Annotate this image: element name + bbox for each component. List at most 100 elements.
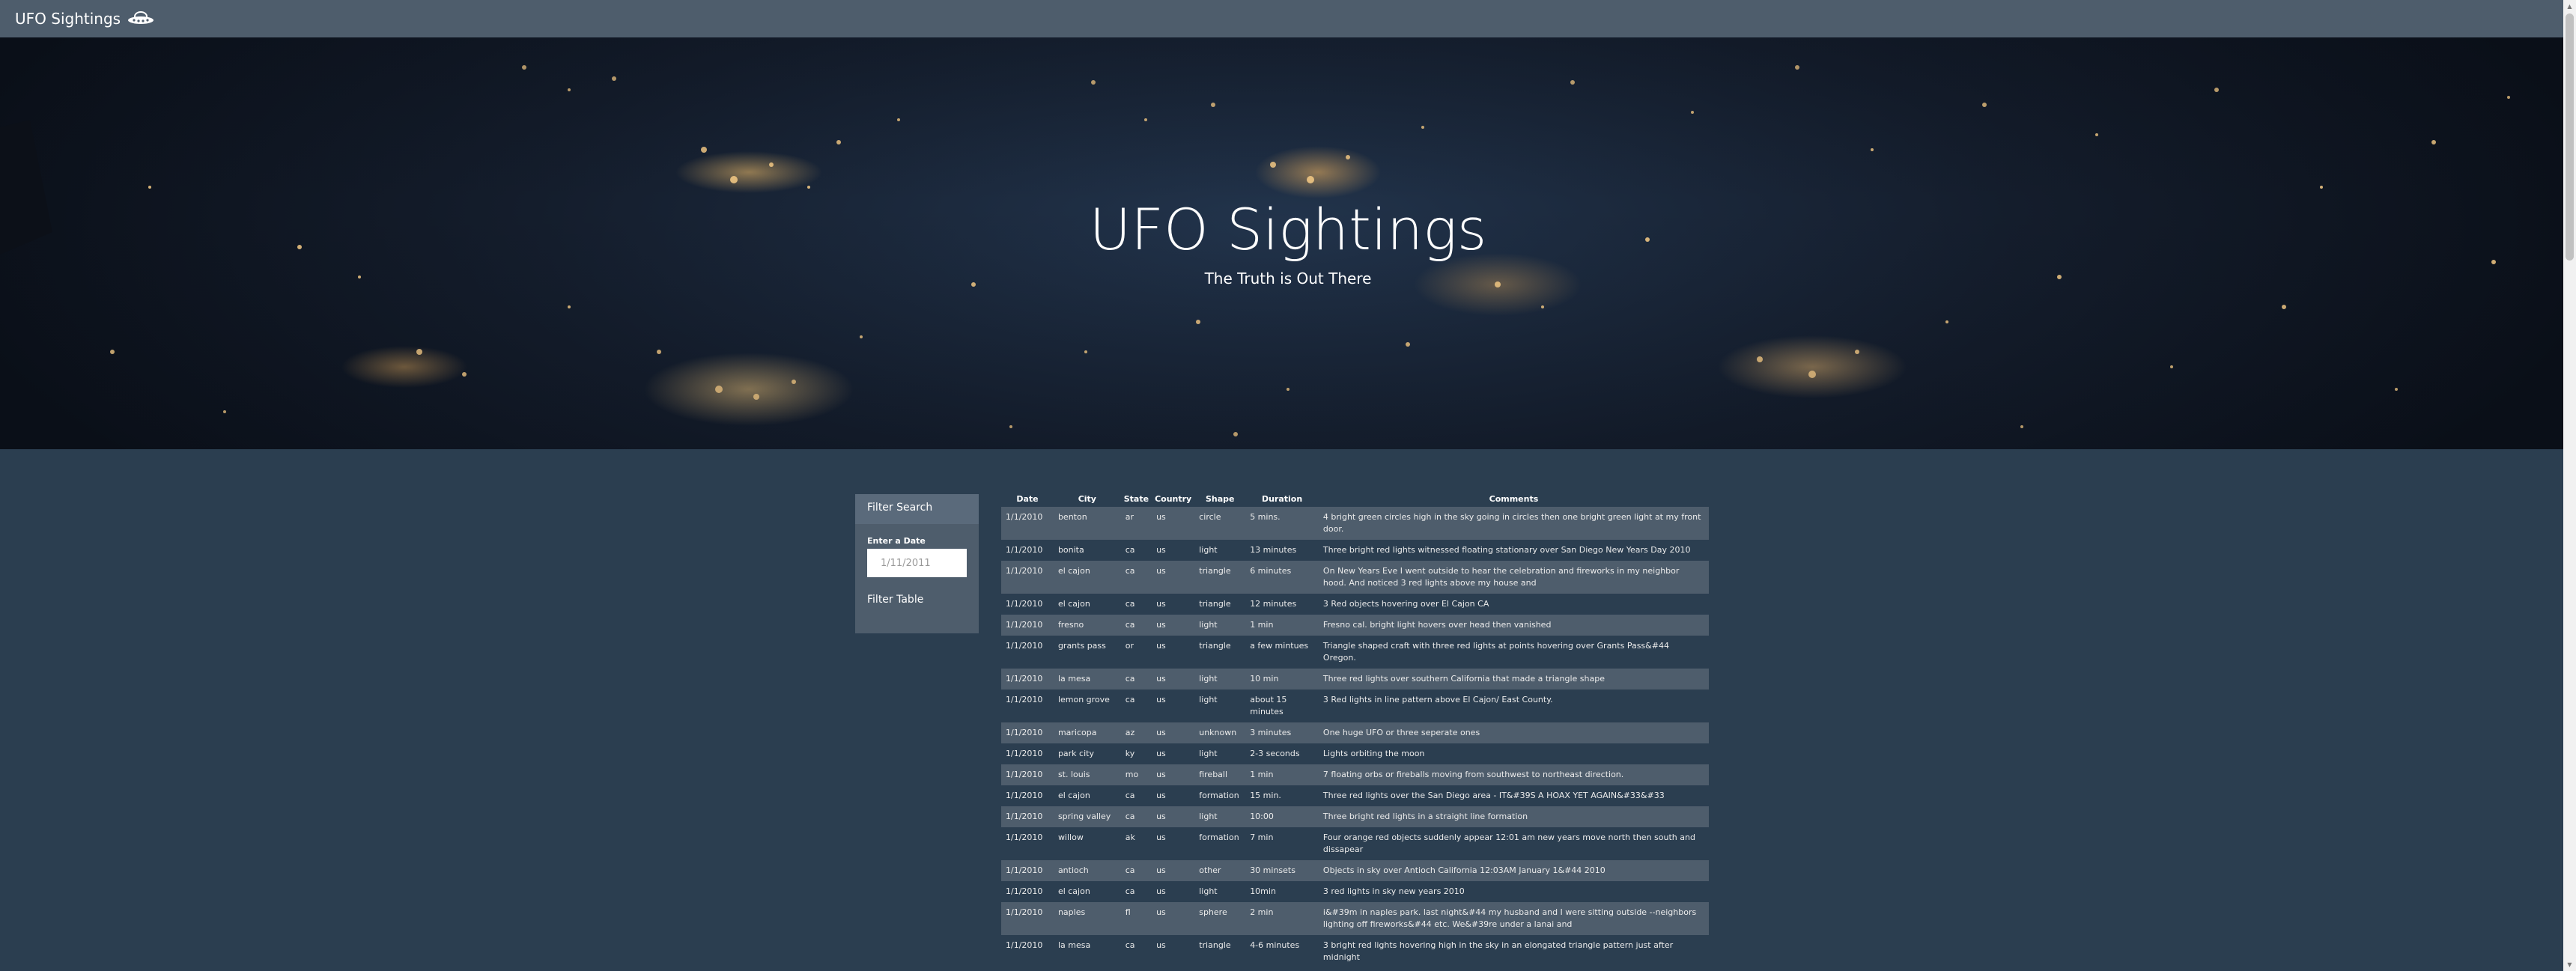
date-input[interactable] xyxy=(867,549,967,577)
cell-city: fresno xyxy=(1057,620,1084,630)
cell-date: 1/1/2010 xyxy=(1006,812,1043,821)
cell-state: mo xyxy=(1125,770,1139,779)
cell-duration: 10 min xyxy=(1250,674,1279,684)
cell-comments: 4 bright green circles high in the sky g… xyxy=(1322,512,1701,534)
header-shape: Shape xyxy=(1205,493,1235,504)
cell-comments: 7 floating orbs or fireballs moving from… xyxy=(1322,770,1624,779)
cell-city: la mesa xyxy=(1057,674,1091,684)
cell-country: us xyxy=(1156,865,1166,875)
cell-shape: formation xyxy=(1199,832,1239,842)
cell-city: grants pass xyxy=(1057,641,1106,651)
cell-duration: 7 min xyxy=(1250,832,1274,842)
cell-date: 1/1/2010 xyxy=(1006,728,1043,737)
cell-country: us xyxy=(1156,770,1166,779)
cell-duration: 10:00 xyxy=(1250,812,1274,821)
cell-state: ky xyxy=(1125,749,1135,758)
cell-date: 1/1/2010 xyxy=(1006,674,1043,684)
cell-duration: a few mintues xyxy=(1250,641,1309,651)
cell-shape: light xyxy=(1199,674,1218,684)
filter-form: Enter a Date Filter Table xyxy=(855,524,979,606)
header-date: Date xyxy=(1016,493,1039,504)
cell-duration: 13 minutes xyxy=(1250,545,1297,555)
brand-link[interactable]: UFO Sightings xyxy=(15,10,155,28)
table-row: 1/1/2010 la mesa ca us triangle 4-6 minutes 3 … xyxy=(1001,935,1709,968)
table-body: 1/1/2010 benton ar us circle 5 mins. 4 bright … xyxy=(1001,507,1709,968)
cell-state: ca xyxy=(1125,940,1135,950)
cell-state: ca xyxy=(1125,791,1135,800)
cell-shape: triangle xyxy=(1199,641,1231,651)
brand-label: UFO Sightings xyxy=(15,10,121,28)
table-row: 1/1/2010 st. louis mo us fireball 1 min 7 floa… xyxy=(1001,764,1709,785)
filter-heading: Filter Search xyxy=(855,494,979,524)
cell-shape: other xyxy=(1199,865,1221,875)
table-row: 1/1/2010 grants pass or us triangle a few min… xyxy=(1001,636,1709,669)
cell-duration: 1 min xyxy=(1250,620,1274,630)
cell-state: az xyxy=(1125,728,1135,737)
cell-comments: i&#39m in naples park. last night&#44 my… xyxy=(1322,907,1697,929)
scroll-up-arrow-icon[interactable]: ▲ xyxy=(2563,0,2576,13)
cell-date: 1/1/2010 xyxy=(1006,512,1043,522)
cell-country: us xyxy=(1156,695,1166,704)
cell-comments: On New Years Eve I went outside to hear … xyxy=(1322,566,1680,588)
cell-date: 1/1/2010 xyxy=(1006,599,1043,609)
cell-duration: 10min xyxy=(1250,886,1276,896)
cell-city: el cajon xyxy=(1057,566,1090,576)
cell-comments: Fresno cal. bright light hovers over hea… xyxy=(1322,620,1552,630)
cell-country: us xyxy=(1156,812,1166,821)
cell-city: el cajon xyxy=(1057,886,1090,896)
table-row: 1/1/2010 el cajon ca us triangle 12 minutes 3 … xyxy=(1001,594,1709,615)
cell-country: us xyxy=(1156,512,1166,522)
cell-date: 1/1/2010 xyxy=(1006,940,1043,950)
cell-shape: fireball xyxy=(1199,770,1228,779)
cell-date: 1/1/2010 xyxy=(1006,749,1043,758)
cell-shape: light xyxy=(1199,620,1218,630)
header-state: State xyxy=(1123,493,1149,504)
cell-duration: 15 min. xyxy=(1250,791,1281,800)
table-row: 1/1/2010 la mesa ca us light 10 min Three red … xyxy=(1001,669,1709,690)
cell-state: fl xyxy=(1125,907,1131,917)
cell-shape: light xyxy=(1199,886,1218,896)
cell-state: ca xyxy=(1125,886,1135,896)
cell-shape: circle xyxy=(1199,512,1221,522)
filter-table-button[interactable]: Filter Table xyxy=(867,594,923,606)
cell-duration: 2-3 seconds xyxy=(1250,749,1300,758)
table-row: 1/1/2010 naples fl us sphere 2 min i&#39m in n… xyxy=(1001,902,1709,935)
cell-shape: light xyxy=(1199,695,1218,704)
scroll-down-arrow-icon[interactable]: ▼ xyxy=(2563,958,2576,971)
header-city: City xyxy=(1078,493,1096,504)
cell-comments: 3 Red objects hovering over El Cajon CA xyxy=(1322,599,1489,609)
cell-date: 1/1/2010 xyxy=(1006,832,1043,842)
scrollbar-thumb[interactable] xyxy=(2566,13,2574,261)
cell-country: us xyxy=(1156,599,1166,609)
cell-city: el cajon xyxy=(1057,791,1090,800)
cell-city: maricopa xyxy=(1057,728,1097,737)
cell-duration: about 15 minutes xyxy=(1250,695,1287,716)
cell-state: ca xyxy=(1125,674,1135,684)
cell-duration: 30 minsets xyxy=(1250,865,1295,875)
cell-duration: 4-6 minutes xyxy=(1250,940,1300,950)
cell-duration: 3 minutes xyxy=(1250,728,1292,737)
cell-duration: 5 mins. xyxy=(1250,512,1281,522)
cell-duration: 1 min xyxy=(1250,770,1274,779)
page-scrollbar[interactable]: ▲ ▼ xyxy=(2563,0,2576,971)
cell-date: 1/1/2010 xyxy=(1006,907,1043,917)
table-row: 1/1/2010 el cajon ca us light 10min 3 red ligh… xyxy=(1001,881,1709,902)
cell-city: antioch xyxy=(1057,865,1089,875)
table-row: 1/1/2010 park city ky us light 2-3 seconds Lig… xyxy=(1001,743,1709,764)
cell-date: 1/1/2010 xyxy=(1006,620,1043,630)
table-row: 1/1/2010 spring valley ca us light 10:00 Three… xyxy=(1001,806,1709,827)
filter-panel: Filter Search Enter a Date Filter Table xyxy=(855,494,979,633)
cell-comments: Triangle shaped craft with three red lig… xyxy=(1322,641,1669,663)
header-duration: Duration xyxy=(1261,493,1303,504)
cell-city: spring valley xyxy=(1057,812,1111,821)
cell-country: us xyxy=(1156,566,1166,576)
cell-date: 1/1/2010 xyxy=(1006,770,1043,779)
cell-state: ar xyxy=(1125,512,1134,522)
cell-state: ak xyxy=(1125,832,1135,842)
cell-city: park city xyxy=(1057,749,1094,758)
cell-shape: unknown xyxy=(1199,728,1237,737)
cell-shape: light xyxy=(1199,749,1218,758)
cell-comments: Lights orbiting the moon xyxy=(1322,749,1425,758)
cell-shape: sphere xyxy=(1199,907,1227,917)
sightings-table: Date City State Country Shape Duration C… xyxy=(1001,490,1709,968)
